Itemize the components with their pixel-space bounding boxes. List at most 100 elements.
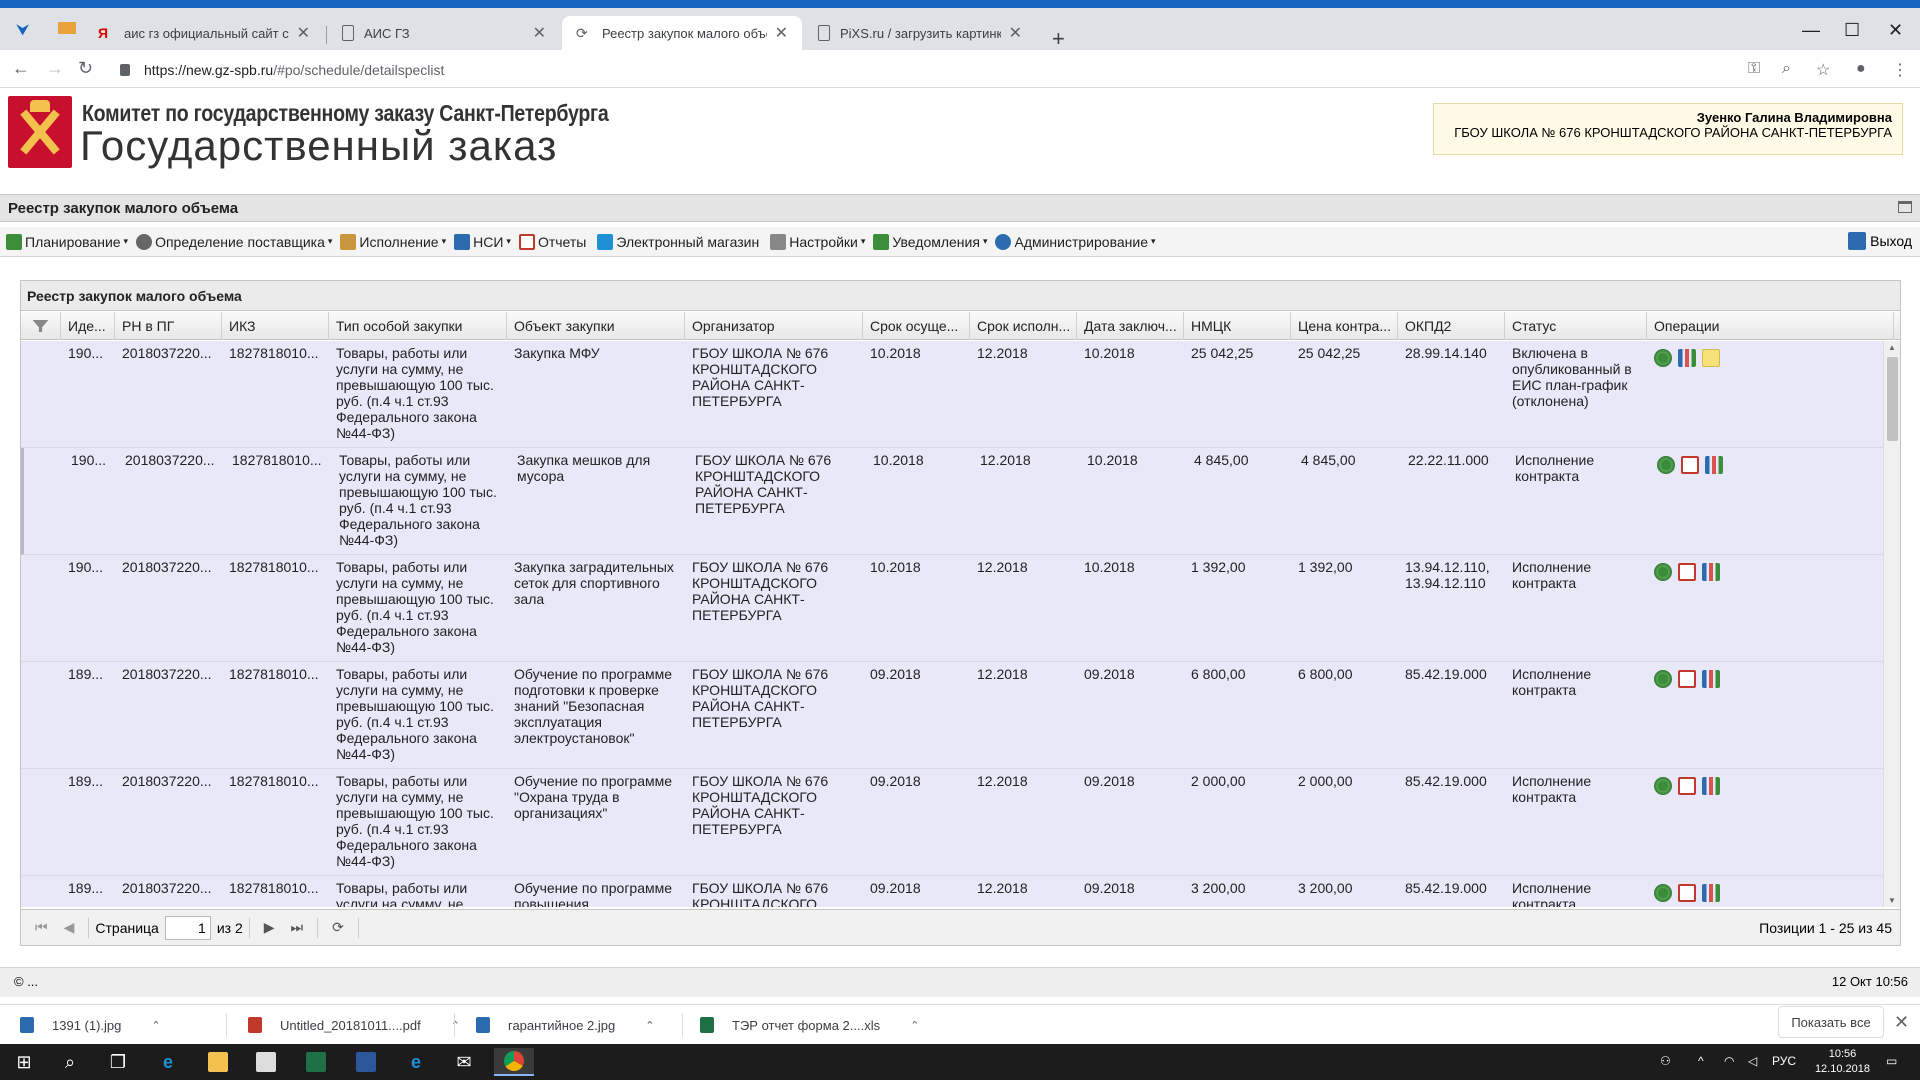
- col-header[interactable]: РН в ПГ: [115, 312, 222, 340]
- gear-icon[interactable]: [1657, 456, 1675, 474]
- next-page-icon[interactable]: ▶: [264, 919, 275, 936]
- col-header[interactable]: Цена контра...: [1291, 312, 1398, 340]
- chart-icon[interactable]: [1702, 670, 1720, 688]
- chevron-up-icon[interactable]: ⌃: [451, 1019, 460, 1032]
- word-icon[interactable]: [346, 1048, 386, 1076]
- download-item[interactable]: 1391 (1).jpg ⌃: [20, 1013, 161, 1037]
- col-header[interactable]: Иде...: [61, 312, 115, 340]
- prev-page-icon[interactable]: ◀: [64, 919, 75, 936]
- doc-icon[interactable]: [1678, 563, 1696, 581]
- back-icon[interactable]: ←: [12, 58, 30, 79]
- url-field[interactable]: https://new.gz-spb.ru/#po/schedule/detai…: [120, 57, 1780, 83]
- menu-settings[interactable]: Настройки ▾: [770, 233, 865, 250]
- close-icon[interactable]: ✕: [533, 23, 546, 43]
- menu-planning[interactable]: Планирование ▾: [6, 233, 128, 250]
- search-icon[interactable]: ⌕: [50, 1048, 90, 1076]
- tab-yandex-search[interactable]: Я аис гз официальный сайт спб н ✕: [84, 16, 324, 50]
- tab-ais-gz[interactable]: АИС ГЗ ✕: [328, 16, 560, 50]
- row-selector[interactable]: [24, 448, 64, 554]
- close-icon[interactable]: ✕: [297, 23, 310, 43]
- chart-icon[interactable]: [1702, 563, 1720, 581]
- col-header[interactable]: НМЦК: [1184, 312, 1291, 340]
- doc-icon[interactable]: [1678, 777, 1696, 795]
- yandex-icon[interactable]: ⮟: [16, 22, 34, 40]
- maximize-button[interactable]: ☐: [1844, 20, 1860, 41]
- chart-icon[interactable]: [1678, 349, 1696, 367]
- gear-icon[interactable]: [1654, 884, 1672, 902]
- download-item[interactable]: ТЭР отчет форма 2....xls ⌃: [700, 1013, 919, 1037]
- row-selector[interactable]: [21, 555, 61, 661]
- row-selector[interactable]: [21, 769, 61, 875]
- windows-start-icon[interactable]: ⊞: [4, 1048, 44, 1076]
- doc-icon[interactable]: [1678, 670, 1696, 688]
- task-view-icon[interactable]: ❐: [98, 1048, 138, 1076]
- row-selector[interactable]: [21, 876, 61, 907]
- col-header[interactable]: Организатор: [685, 312, 863, 340]
- chevron-up-icon[interactable]: ⌃: [645, 1019, 654, 1032]
- mail-icon[interactable]: [58, 22, 76, 34]
- menu-eshop[interactable]: Электронный магазин: [597, 233, 762, 250]
- excel-icon[interactable]: [296, 1048, 336, 1076]
- refresh-icon[interactable]: ⟳: [332, 919, 344, 936]
- col-header[interactable]: Срок осуще...: [863, 312, 970, 340]
- download-item[interactable]: Untitled_20181011....pdf ⌃: [248, 1013, 460, 1037]
- wifi-icon[interactable]: ◠: [1724, 1054, 1734, 1068]
- table-row[interactable]: 189... 2018037220... 1827818010... Товары, …: [21, 876, 1883, 907]
- table-row[interactable]: 189... 2018037220... 1827818010... Товары, …: [21, 662, 1883, 769]
- menu-admin[interactable]: Администрирование ▾: [995, 233, 1156, 250]
- chevron-up-icon[interactable]: ^: [1698, 1054, 1704, 1068]
- doc-icon[interactable]: [1678, 884, 1696, 902]
- mail-icon[interactable]: ✉: [444, 1048, 484, 1076]
- gear-icon[interactable]: [1654, 563, 1672, 581]
- exit-button[interactable]: Выход: [1848, 232, 1912, 250]
- scroll-up-icon[interactable]: ▲: [1888, 343, 1896, 352]
- col-header[interactable]: ИКЗ: [222, 312, 329, 340]
- scroll-down-icon[interactable]: ▼: [1888, 896, 1896, 905]
- col-header[interactable]: Статус: [1505, 312, 1647, 340]
- chart-icon[interactable]: [1705, 456, 1723, 474]
- menu-reports[interactable]: Отчеты: [518, 233, 589, 250]
- close-icon[interactable]: ✕: [775, 23, 788, 43]
- menu-notifications[interactable]: Уведомления ▾: [873, 233, 987, 250]
- row-selector[interactable]: [21, 341, 61, 447]
- tab-pixs[interactable]: PiXS.ru / загрузить картинку дл ✕: [804, 16, 1036, 50]
- volume-icon[interactable]: ◁: [1748, 1054, 1757, 1068]
- table-row[interactable]: 190... 2018037220... 1827818010... Товары, …: [21, 555, 1883, 662]
- col-header[interactable]: Срок исполн...: [970, 312, 1077, 340]
- table-row[interactable]: 189... 2018037220... 1827818010... Товары, …: [21, 769, 1883, 876]
- system-clock[interactable]: 10:56 12.10.2018: [1815, 1047, 1870, 1077]
- table-row[interactable]: 190... 2018037220... 1827818010... Товары, …: [21, 448, 1883, 555]
- close-icon[interactable]: ✕: [1894, 1012, 1909, 1033]
- gear-icon[interactable]: [1654, 670, 1672, 688]
- tab-registry[interactable]: ⟳ Реестр закупок малого объема ✕: [562, 16, 802, 50]
- close-icon[interactable]: ✕: [1009, 23, 1022, 43]
- first-page-icon[interactable]: ⏮: [35, 919, 48, 936]
- last-page-icon[interactable]: ⏭: [291, 919, 304, 936]
- col-header[interactable]: Объект закупки: [507, 312, 685, 340]
- note-icon[interactable]: [1702, 349, 1720, 367]
- page-number-input[interactable]: [164, 915, 211, 940]
- gear-icon[interactable]: [1654, 777, 1672, 795]
- menu-execution[interactable]: Исполнение ▾: [340, 233, 446, 250]
- store-icon[interactable]: [246, 1048, 286, 1076]
- scroll-thumb[interactable]: [1887, 357, 1898, 441]
- forward-icon[interactable]: →: [46, 58, 64, 79]
- download-item[interactable]: гарантийное 2.jpg ⌃: [476, 1013, 654, 1037]
- people-icon[interactable]: ⚇: [1660, 1054, 1671, 1068]
- col-header[interactable]: ОКПД2: [1398, 312, 1505, 340]
- menu-nsi[interactable]: НСИ ▾: [454, 233, 511, 250]
- language-indicator[interactable]: РУС: [1772, 1054, 1796, 1068]
- chrome-icon[interactable]: [494, 1048, 534, 1076]
- zoom-icon[interactable]: ⌕: [1782, 60, 1791, 78]
- minimize-button[interactable]: —: [1802, 20, 1820, 41]
- col-header[interactable]: Дата заключ...: [1077, 312, 1184, 340]
- chart-icon[interactable]: [1702, 884, 1720, 902]
- chevron-up-icon[interactable]: ⌃: [151, 1019, 160, 1032]
- new-tab-button[interactable]: +: [1052, 26, 1065, 52]
- menu-supplier[interactable]: Определение поставщика ▾: [136, 233, 332, 250]
- collapse-icon[interactable]: [1898, 201, 1912, 213]
- reload-icon[interactable]: ↻: [78, 58, 93, 79]
- grid-scrollbar[interactable]: ▲ ▼: [1883, 341, 1900, 907]
- col-header[interactable]: Тип особой закупки: [329, 312, 507, 340]
- key-icon[interactable]: ⚿: [1748, 60, 1760, 78]
